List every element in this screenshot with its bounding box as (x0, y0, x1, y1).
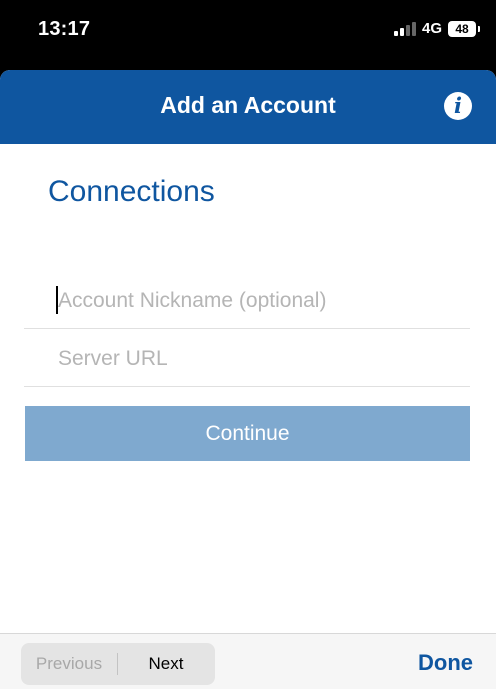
next-button[interactable]: Next (118, 654, 214, 674)
section-heading: Connections (48, 175, 215, 208)
battery-icon: 48 (448, 20, 480, 37)
server-url-input[interactable] (56, 340, 460, 378)
keyboard-toolbar: Previous Next Done (0, 633, 496, 689)
nav-header: Add an Account i (0, 70, 496, 144)
network-type: 4G (421, 20, 442, 37)
text-cursor (56, 286, 58, 314)
account-nickname-field[interactable] (24, 270, 470, 329)
done-button[interactable]: Done (418, 650, 473, 676)
continue-button[interactable]: Continue (25, 406, 470, 461)
add-account-sheet: Add an Account i Connections Continue Pr… (0, 70, 496, 689)
previous-button[interactable]: Previous (21, 654, 117, 674)
status-indicators: 4G 48 (393, 20, 480, 37)
status-bar: 13:17 4G 48 (0, 0, 496, 70)
page-title: Add an Account (160, 92, 336, 118)
server-url-field[interactable] (24, 328, 470, 387)
prev-next-group: Previous Next (21, 643, 215, 685)
info-icon[interactable]: i (444, 92, 472, 120)
signal-icon (393, 21, 416, 36)
account-nickname-input[interactable] (56, 282, 460, 320)
status-time: 13:17 (38, 18, 91, 40)
